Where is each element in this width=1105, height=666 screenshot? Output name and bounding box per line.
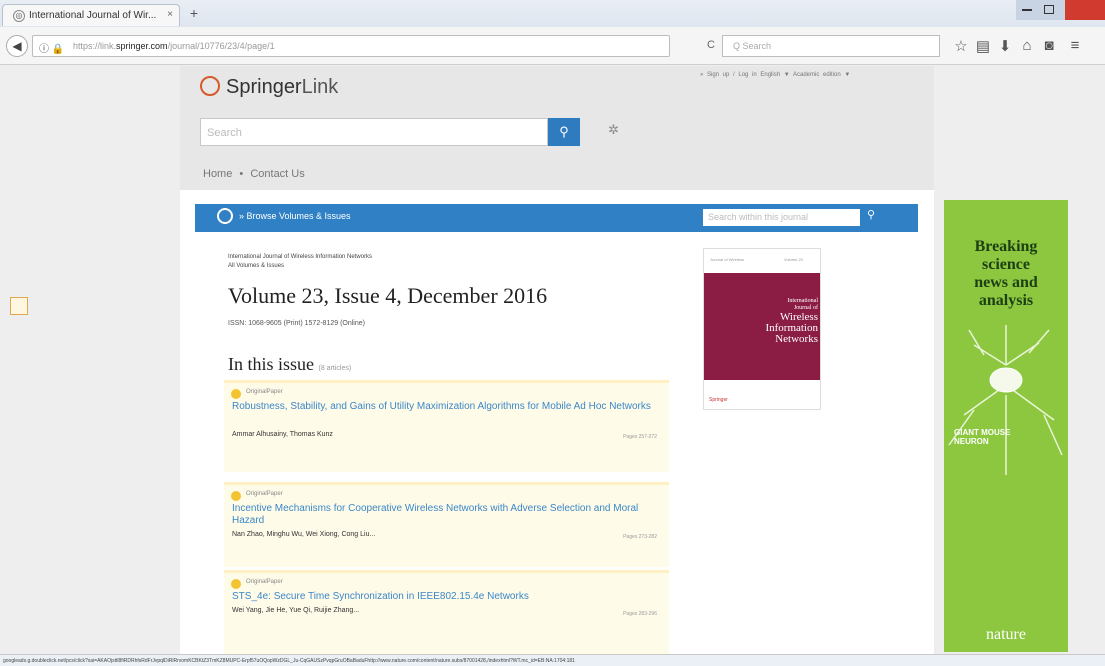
cover-publisher: Springer <box>709 397 728 403</box>
article-authors: Ammar Alhusainy, Thomas Kunz <box>232 431 333 438</box>
nature-logo: nature <box>986 626 1026 643</box>
pocket-icon[interactable]: ◙ <box>1040 37 1058 54</box>
article-pages: Pages 273-282 <box>623 534 657 540</box>
neuron-illustration <box>948 325 1063 475</box>
list-item: OriginalPaper Robustness, Stability, and… <box>224 380 669 472</box>
in-this-issue-label: In this issue <box>228 354 315 374</box>
breadcrumb-separator: • <box>239 168 244 180</box>
article-type: OriginalPaper <box>246 389 283 395</box>
site-search-input[interactable]: Search <box>200 118 548 146</box>
url-prefix: https://link. <box>73 41 117 51</box>
ad-mouse-line2: NEURON <box>954 437 989 446</box>
new-tab-button[interactable]: + <box>184 6 204 22</box>
journal-cover[interactable]: Journal of Wireless Volume 23 Internatio… <box>703 248 821 410</box>
article-title-link[interactable]: Robustness, Stability, and Gains of Util… <box>232 401 662 413</box>
browse-icon <box>217 208 233 224</box>
browser-tab[interactable]: ◎ International Journal of Wir... × <box>2 4 180 26</box>
url-domain: springer.com <box>116 41 168 51</box>
journal-name-block: International Journal of Wireless Inform… <box>228 253 372 271</box>
cover-header-right: Volume 23 <box>784 257 803 262</box>
in-this-issue-heading: In this issue (8 articles) <box>228 354 351 375</box>
article-authors: Wei Yang, Jie He, Yue Qi, Ruijie Zhang..… <box>232 607 360 614</box>
cover-line5: Networks <box>775 333 818 345</box>
ad-mouse-text: GIANT MOUSE NEURON <box>954 428 1010 446</box>
lock-icon: ⓘ 🔒 <box>39 44 65 55</box>
article-pages: Pages 257-272 <box>623 434 657 440</box>
menu-icon[interactable]: ≡ <box>1066 37 1084 54</box>
cover-line1: International <box>787 298 818 304</box>
browse-label: » Browse Volumes & Issues <box>239 211 351 221</box>
download-icon[interactable]: ⬇ <box>996 37 1014 55</box>
globe-icon: ◎ <box>13 10 25 22</box>
home-icon[interactable]: ⌂ <box>1018 37 1036 54</box>
breadcrumb: Home • Contact Us <box>203 168 305 180</box>
ad-headline-line1: Breaking <box>974 238 1038 255</box>
breadcrumb-home[interactable]: Home <box>203 168 232 180</box>
article-type: OriginalPaper <box>246 579 283 585</box>
url-path: /journal/10776/23/4/page/1 <box>167 41 275 51</box>
springer-horse-icon <box>200 76 220 96</box>
list-item: OriginalPaper STS_4e: Secure Time Synchr… <box>224 570 669 654</box>
top-links[interactable]: » Sign up / Log in English ▼ Academic ed… <box>700 72 850 78</box>
article-count: (8 articles) <box>318 365 352 372</box>
browser-tab-bar: ◎ International Journal of Wir... × + <box>0 0 1105 27</box>
nature-advert[interactable]: Breaking science news and analysis GIANT… <box>944 200 1068 652</box>
breadcrumb-contact[interactable]: Contact Us <box>250 168 304 180</box>
minimize-icon[interactable] <box>1022 9 1032 11</box>
journal-search-input[interactable]: Search within this journal <box>703 209 860 226</box>
ad-headline-line4: analysis <box>978 292 1034 309</box>
status-bar-url: googleads.g.doubleclick.net/pcs/click?xa… <box>0 654 1105 666</box>
url-bar[interactable]: ⓘ 🔒 https://link.springer.com/journal/10… <box>32 35 670 57</box>
ad-headline-line2: science <box>982 256 1030 273</box>
issn-text: ISSN: 1068-9605 (Print) 1572-8129 (Onlin… <box>228 320 365 327</box>
window-controls <box>1016 0 1105 20</box>
bookmark-star-icon[interactable]: ☆ <box>952 37 970 55</box>
logo-brand: Springer <box>226 76 302 98</box>
search-icon: ⚲ <box>866 209 876 221</box>
springerlink-logo[interactable]: SpringerLink <box>200 76 338 104</box>
logo-link: Link <box>301 76 339 98</box>
browser-search-input[interactable]: Q Search <box>722 35 940 57</box>
article-pages: Pages 283-296 <box>623 611 657 617</box>
paper-badge-icon <box>231 491 241 501</box>
page-title: Volume 23, Issue 4, December 2016 <box>228 283 548 308</box>
tab-close-icon[interactable]: × <box>167 9 173 20</box>
article-type: OriginalPaper <box>246 491 283 497</box>
journal-name-link[interactable]: International Journal of Wireless Inform… <box>228 253 372 262</box>
article-title-link[interactable]: STS_4e: Secure Time Synchronization in I… <box>232 591 662 603</box>
journal-search-button[interactable]: ⚲ <box>861 208 881 226</box>
all-volumes-link[interactable]: All Volumes & Issues <box>228 262 372 271</box>
paper-badge-icon <box>231 389 241 399</box>
browse-volumes-link[interactable]: » Browse Volumes & Issues <box>217 208 351 224</box>
side-widget-icon[interactable] <box>10 297 28 315</box>
ad-headline: Breaking science news and analysis <box>944 238 1068 310</box>
paper-badge-icon <box>231 579 241 589</box>
reload-button[interactable]: C <box>707 39 715 51</box>
search-button[interactable]: ⚲ <box>548 118 580 146</box>
close-window-button[interactable] <box>1065 0 1105 20</box>
ad-headline-line3: news and <box>974 274 1038 291</box>
back-button[interactable]: ◀ <box>6 35 28 57</box>
cover-title: International Journal of Wireless Inform… <box>728 298 818 345</box>
maximize-icon[interactable] <box>1044 5 1054 14</box>
article-title-link[interactable]: Incentive Mechanisms for Cooperative Wir… <box>232 503 662 527</box>
article-authors: Nan Zhao, Minghu Wu, Wei Xiong, Cong Liu… <box>232 531 376 538</box>
library-icon[interactable]: ▤ <box>974 37 992 55</box>
browser-nav-bar: ◀ ⓘ 🔒 https://link.springer.com/journal/… <box>0 27 1105 65</box>
tab-title: International Journal of Wir... <box>29 10 157 21</box>
cover-header-left: Journal of Wireless <box>710 257 745 262</box>
ad-mouse-line1: GIANT MOUSE <box>954 428 1011 437</box>
gear-icon[interactable]: ✲ <box>608 122 619 138</box>
list-item: OriginalPaper Incentive Mechanisms for C… <box>224 482 669 567</box>
search-icon: ⚲ <box>559 124 569 139</box>
